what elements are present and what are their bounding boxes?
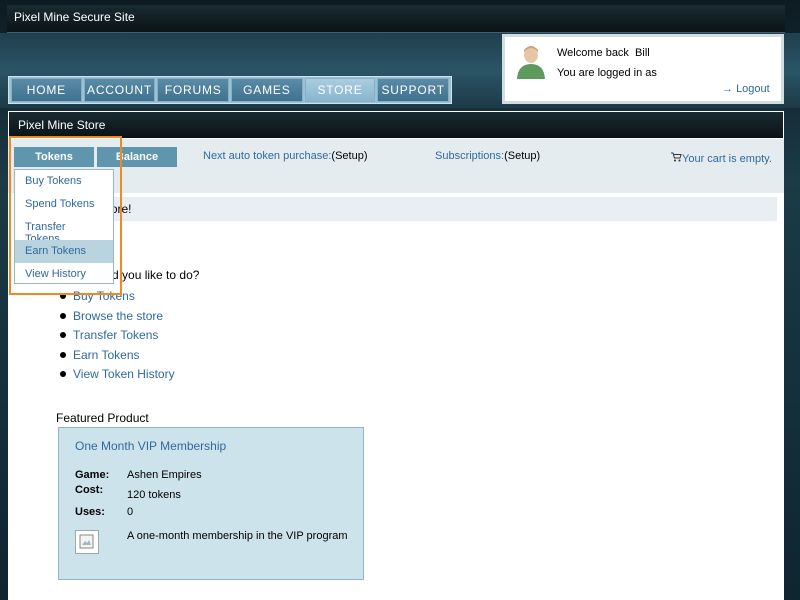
- login-box: Welcome back Bill You are logged in as →…: [502, 34, 784, 104]
- site-title: Pixel Mine Secure Site: [14, 10, 135, 24]
- cart-label: Your cart is empty.: [682, 153, 772, 165]
- logged-in-text: You are logged in as: [557, 67, 657, 79]
- subscriptions: Subscriptions:(Setup): [435, 150, 540, 162]
- welcome-bar: Welcome to the store!: [15, 197, 777, 221]
- nav-games[interactable]: GAMES: [231, 78, 303, 102]
- user-avatar-icon: [517, 46, 545, 79]
- store-tab-row: Tokens Balance Next auto token purchase:…: [8, 139, 784, 193]
- logout-arrow-icon: →: [722, 83, 733, 95]
- main-nav: HOME ACCOUNT FORUMS GAMES STORE SUPPORT: [8, 76, 452, 104]
- action-transfer-tokens[interactable]: Transfer Tokens: [56, 328, 175, 348]
- action-earn-tokens[interactable]: Earn Tokens: [56, 348, 175, 368]
- product-image-icon[interactable]: [75, 530, 99, 554]
- logout-link[interactable]: → Logout: [722, 83, 770, 95]
- subscriptions-link[interactable]: Subscriptions:: [435, 150, 504, 162]
- game-value: Ashen Empires: [127, 469, 202, 481]
- action-list: Buy Tokens Browse the store Transfer Tok…: [56, 289, 175, 387]
- nav-home[interactable]: HOME: [11, 78, 82, 102]
- auto-token-setup-link[interactable]: (Setup): [331, 150, 367, 162]
- auto-token-purchase: Next auto token purchase:(Setup): [203, 150, 368, 162]
- uses-label: Uses:: [75, 506, 105, 518]
- featured-product-card: One Month VIP Membership Game: Ashen Emp…: [58, 427, 364, 580]
- subscriptions-setup-link[interactable]: (Setup): [504, 150, 540, 162]
- cost-value: 120 tokens: [127, 489, 181, 501]
- auto-token-link[interactable]: Next auto token purchase:: [203, 150, 331, 162]
- site-title-bar: Pixel Mine Secure Site: [7, 5, 785, 33]
- nav-store[interactable]: STORE: [304, 78, 376, 102]
- featured-label: Featured Product: [56, 411, 149, 425]
- store-content: Tokens Balance Next auto token purchase:…: [8, 139, 784, 600]
- action-view-token-history[interactable]: View Token History: [56, 367, 175, 387]
- game-label: Game:: [75, 469, 110, 481]
- featured-description: A one-month membership in the VIP progra…: [127, 530, 348, 542]
- nav-forums[interactable]: FORUMS: [157, 78, 230, 102]
- uses-value: 0: [127, 506, 134, 518]
- welcome-text: Welcome back Bill: [557, 47, 650, 59]
- store-header: Pixel Mine Store: [8, 111, 784, 139]
- logout-label: Logout: [736, 83, 770, 95]
- broken-image-icon: [79, 534, 94, 549]
- nav-support[interactable]: SUPPORT: [377, 78, 450, 102]
- cart-icon: [671, 152, 682, 162]
- nav-account[interactable]: ACCOUNT: [83, 78, 156, 102]
- cost-label: Cost:: [75, 484, 104, 496]
- action-browse-store[interactable]: Browse the store: [56, 309, 175, 329]
- cart-status[interactable]: Your cart is empty.: [671, 152, 772, 165]
- featured-product-title[interactable]: One Month VIP Membership: [75, 439, 226, 453]
- dropdown-highlight-outline: [9, 136, 122, 295]
